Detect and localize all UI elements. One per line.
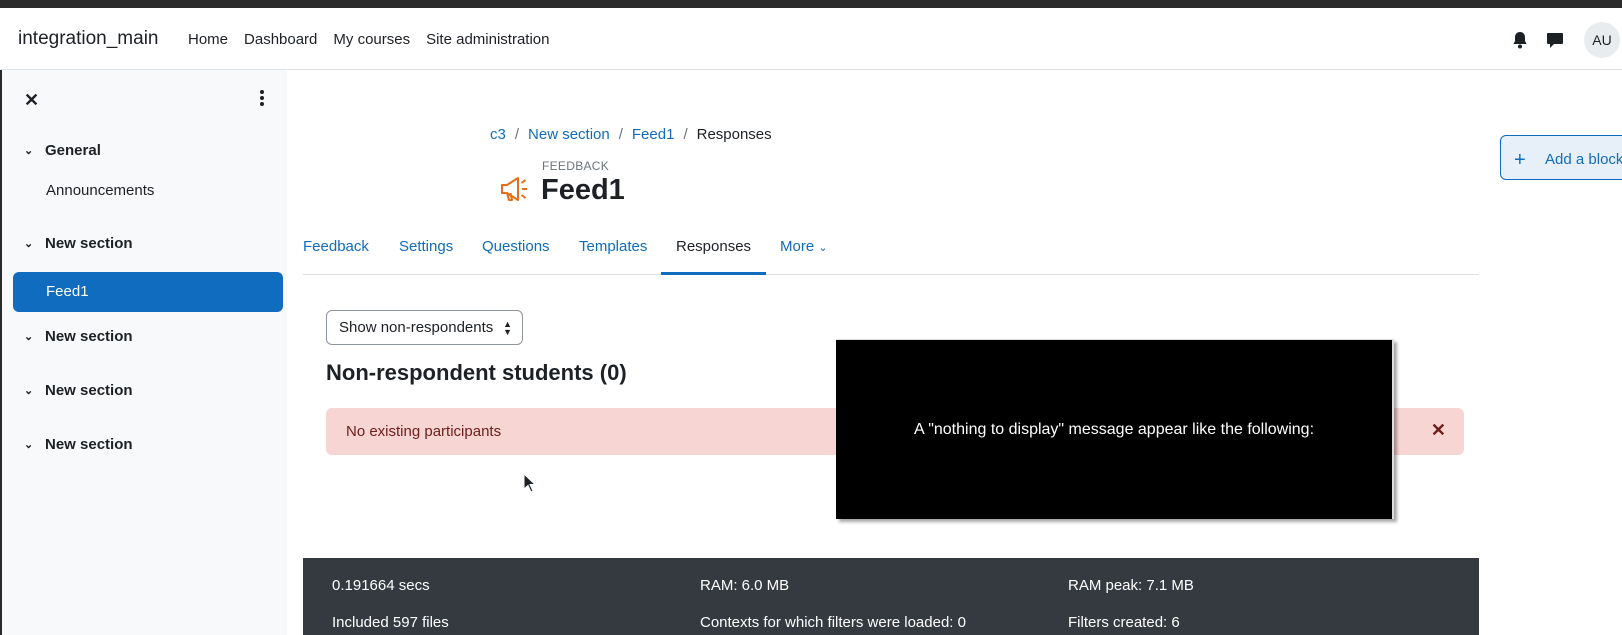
breadcrumb-current: Responses (696, 126, 772, 143)
course-item-feed1-active[interactable]: Feed1 (13, 272, 283, 312)
footer-filters-created: Filters created: 6 (1068, 614, 1180, 631)
chevron-down-icon[interactable]: ⌄ (24, 237, 36, 250)
chevron-down-icon[interactable]: ⌄ (24, 144, 36, 157)
section-label: General (45, 142, 101, 159)
plus-icon: + (1514, 149, 1526, 171)
section-new-section-3[interactable]: ⌄ New section (24, 382, 133, 399)
tab-responses[interactable]: Responses (661, 230, 767, 275)
tab-questions[interactable]: Questions (482, 230, 550, 275)
section-label: New section (45, 235, 133, 252)
tab-settings[interactable]: Settings (399, 230, 453, 275)
breadcrumb-separator: / (683, 126, 688, 143)
add-block-label: Add a block (1545, 151, 1622, 168)
tooltip-text: A "nothing to display" message appear li… (913, 420, 1315, 438)
megaphone-icon (498, 173, 530, 205)
mouse-pointer-icon (523, 472, 537, 493)
footer-time: 0.191664 secs (332, 577, 430, 594)
chat-icon[interactable] (1545, 30, 1565, 50)
non-respondents-heading: Non-respondent students (0) (326, 360, 627, 385)
performance-footer: 0.191664 secs RAM: 6.0 MB RAM peak: 7.1 … (303, 558, 1479, 635)
select-value: Show non-respondents (339, 319, 494, 336)
tab-feedback[interactable]: Feedback (303, 230, 369, 275)
chevron-down-icon[interactable]: ⌄ (24, 330, 36, 343)
nav-site-administration-link[interactable]: Site administration (426, 31, 549, 48)
breadcrumb-section-link[interactable]: New section (528, 126, 610, 143)
breadcrumb-separator: / (514, 126, 520, 143)
tab-more-label: More (780, 238, 815, 255)
section-label: New section (45, 436, 133, 453)
close-drawer-icon[interactable]: ✕ (24, 90, 39, 111)
footer-ram-peak: RAM peak: 7.1 MB (1068, 577, 1194, 594)
close-alert-icon[interactable]: ✕ (1431, 420, 1446, 441)
nav-dashboard-link[interactable]: Dashboard (244, 31, 317, 48)
section-label: New section (45, 328, 133, 345)
block-region: + Add a block (1493, 70, 1622, 635)
chevron-down-icon[interactable]: ⌄ (24, 384, 36, 397)
report-type-select[interactable]: Show non-respondents ▲ ▼ (326, 310, 523, 345)
top-navbar: integration_main Home Dashboard My cours… (0, 8, 1622, 70)
section-new-section-2[interactable]: ⌄ New section (24, 328, 133, 345)
user-avatar[interactable]: AU (1584, 22, 1620, 58)
section-general[interactable]: ⌄ General (24, 142, 101, 159)
tab-more[interactable]: More ⌄ (780, 230, 828, 275)
nav-my-courses-link[interactable]: My courses (333, 31, 410, 48)
site-brand[interactable]: integration_main (18, 28, 158, 50)
course-item-announcements[interactable]: Announcements (46, 182, 154, 199)
sort-arrows-icon: ▲ ▼ (503, 319, 512, 337)
add-block-button[interactable]: + Add a block (1500, 135, 1622, 180)
window-top-strip (0, 0, 1622, 8)
bell-icon[interactable] (1510, 30, 1530, 50)
primary-navigation: Home Dashboard My courses Site administr… (188, 31, 566, 48)
breadcrumb-course-link[interactable]: c3 (490, 126, 506, 143)
chevron-down-icon[interactable]: ⌄ (24, 438, 36, 451)
nav-home-link[interactable]: Home (188, 31, 228, 48)
course-index-drawer: ✕ ⌄ General Announcements ⌄ New section … (0, 70, 287, 635)
page-title: Feed1 (541, 174, 625, 206)
alert-message: No existing participants (346, 423, 502, 440)
navbar-actions: AU (1510, 22, 1622, 58)
footer-contexts: Contexts for which filters were loaded: … (700, 614, 966, 631)
footer-included-files: Included 597 files (332, 614, 449, 631)
breadcrumb-activity-link[interactable]: Feed1 (632, 126, 675, 143)
section-new-section-1[interactable]: ⌄ New section (24, 235, 133, 252)
chevron-down-icon: ⌄ (818, 242, 828, 254)
section-label: New section (45, 382, 133, 399)
breadcrumb: c3 / New section / Feed1 / Responses (490, 126, 772, 143)
tab-templates[interactable]: Templates (579, 230, 647, 275)
secondary-navigation-tabs: Feedback Settings Questions Templates Re… (303, 230, 1479, 275)
breadcrumb-separator: / (618, 126, 623, 143)
drawer-options-icon[interactable] (260, 90, 266, 108)
section-new-section-4[interactable]: ⌄ New section (24, 436, 133, 453)
activity-type-label: FEEDBACK (542, 159, 610, 173)
tutorial-tooltip: A "nothing to display" message appear li… (836, 339, 1394, 519)
footer-ram: RAM: 6.0 MB (700, 577, 790, 594)
